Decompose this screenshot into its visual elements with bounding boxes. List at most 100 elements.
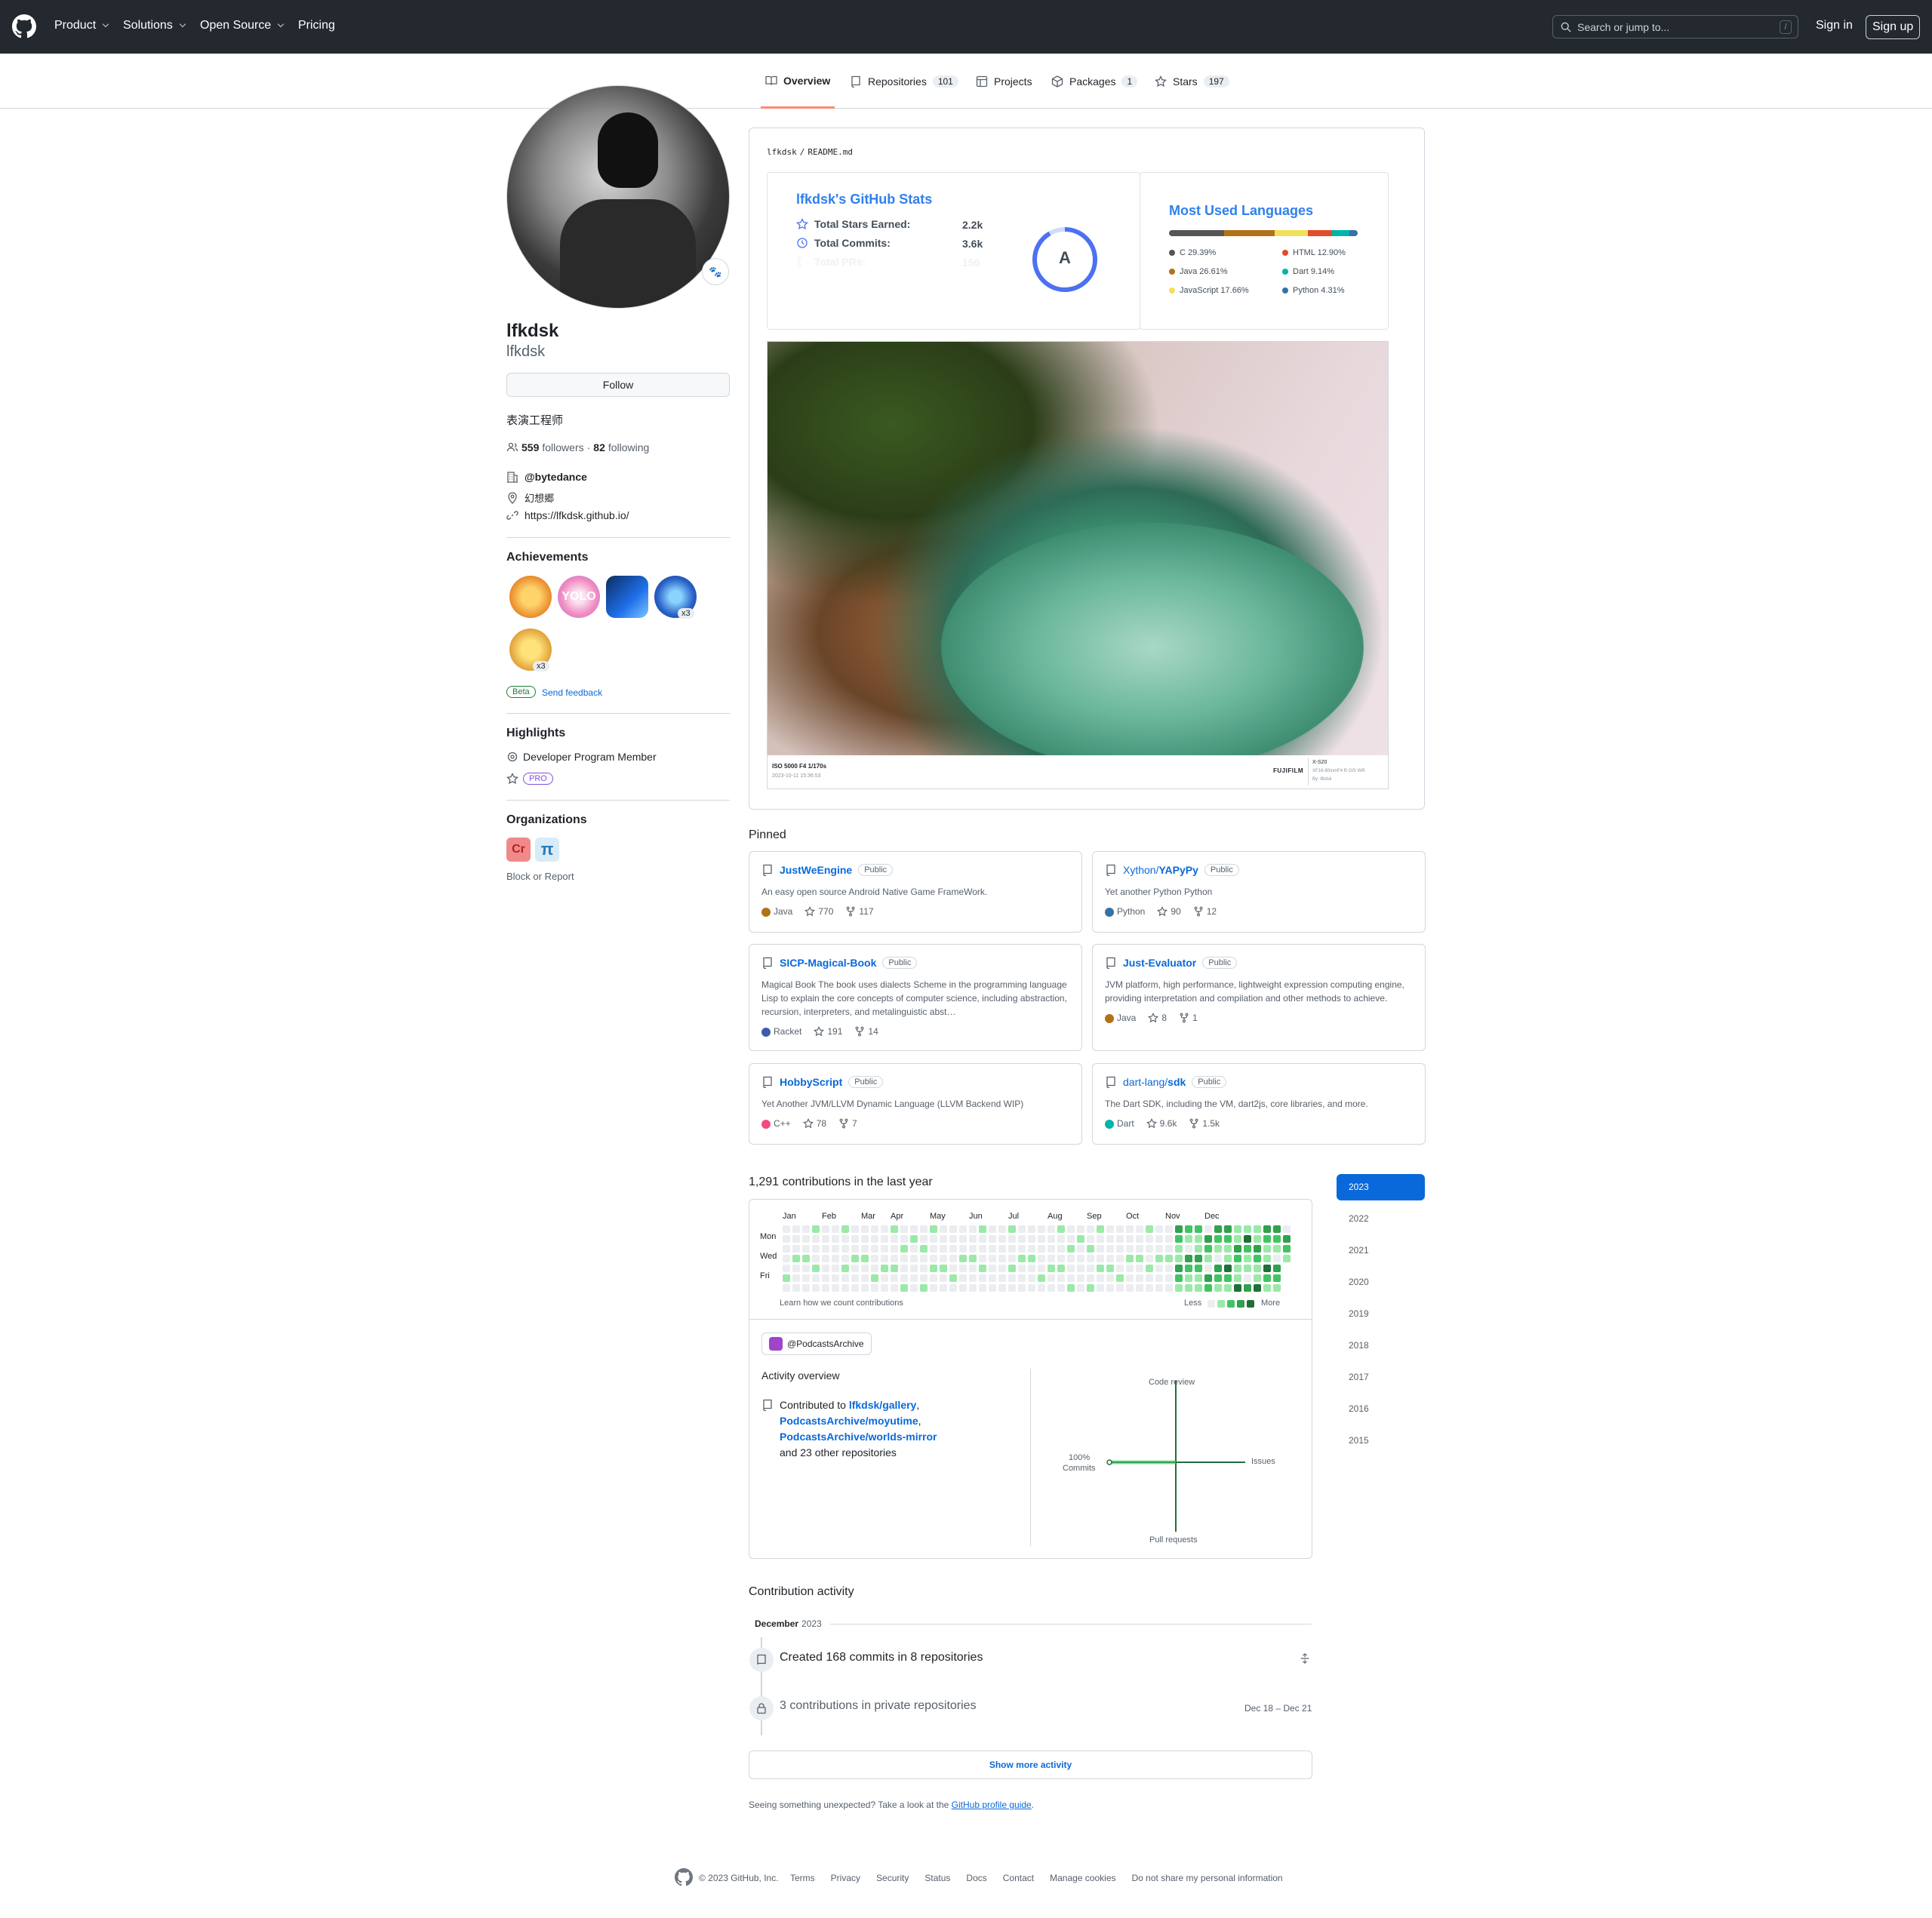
contribution-day[interactable] (1067, 1265, 1075, 1272)
contribution-day[interactable] (1204, 1274, 1212, 1282)
contribution-day[interactable] (1048, 1284, 1055, 1292)
contribution-day[interactable] (1116, 1225, 1124, 1233)
year-link-2017[interactable]: 2017 (1337, 1364, 1425, 1391)
footer-link[interactable]: Privacy (831, 1873, 860, 1883)
contribution-day[interactable] (802, 1245, 810, 1253)
contribution-day[interactable] (1136, 1245, 1143, 1253)
contribution-day[interactable] (1254, 1274, 1261, 1282)
pinned-repo-link[interactable]: dart-lang/sdk (1123, 1076, 1186, 1088)
contribution-day[interactable] (1254, 1235, 1261, 1243)
contribution-day[interactable] (1283, 1225, 1291, 1233)
nav-pricing[interactable]: Pricing (298, 19, 335, 32)
contribution-day[interactable] (1214, 1255, 1222, 1262)
contribution-day[interactable] (1126, 1225, 1134, 1233)
contribution-day[interactable] (851, 1225, 859, 1233)
contribution-day[interactable] (979, 1235, 986, 1243)
contribution-day[interactable] (1273, 1245, 1281, 1253)
contribution-day[interactable] (969, 1225, 977, 1233)
contribution-day[interactable] (1263, 1255, 1271, 1262)
contribution-day[interactable] (1244, 1265, 1251, 1272)
contribution-day[interactable] (900, 1235, 908, 1243)
contribution-day[interactable] (1097, 1245, 1104, 1253)
contribution-day[interactable] (910, 1225, 918, 1233)
contribution-day[interactable] (1077, 1225, 1084, 1233)
contribution-day[interactable] (1097, 1284, 1104, 1292)
contribution-day[interactable] (1165, 1284, 1173, 1292)
contribution-day[interactable] (1087, 1235, 1094, 1243)
contribution-day[interactable] (1165, 1225, 1173, 1233)
send-feedback-link[interactable]: Send feedback (542, 687, 602, 698)
contribution-day[interactable] (1116, 1284, 1124, 1292)
contribution-day[interactable] (1244, 1274, 1251, 1282)
contribution-day[interactable] (1146, 1245, 1153, 1253)
contribution-day[interactable] (1214, 1225, 1222, 1233)
contribution-day[interactable] (851, 1284, 859, 1292)
contribution-day[interactable] (1136, 1274, 1143, 1282)
contribution-day[interactable] (871, 1235, 878, 1243)
contribution-day[interactable] (783, 1274, 790, 1282)
contribution-day[interactable] (1195, 1245, 1202, 1253)
contribution-day[interactable] (1067, 1274, 1075, 1282)
contribution-day[interactable] (1185, 1255, 1192, 1262)
contribution-day[interactable] (881, 1265, 888, 1272)
contribution-day[interactable] (940, 1235, 947, 1243)
contribution-day[interactable] (1067, 1245, 1075, 1253)
learn-contributions-link[interactable]: Learn how we count contributions (780, 1299, 903, 1308)
contribution-day[interactable] (822, 1274, 829, 1282)
contribution-day[interactable] (841, 1284, 849, 1292)
contribution-day[interactable] (1038, 1284, 1045, 1292)
year-link-2022[interactable]: 2022 (1337, 1206, 1425, 1232)
contribution-day[interactable] (1018, 1274, 1026, 1282)
contribution-day[interactable] (1214, 1235, 1222, 1243)
contribution-day[interactable] (969, 1265, 977, 1272)
contribution-day[interactable] (1234, 1235, 1241, 1243)
unfold-icon[interactable] (1300, 1653, 1310, 1664)
contribution-day[interactable] (841, 1255, 849, 1262)
contribution-day[interactable] (1038, 1274, 1045, 1282)
github-logo-icon[interactable] (12, 14, 36, 38)
footer-link[interactable]: Security (876, 1873, 909, 1883)
contribution-day[interactable] (891, 1274, 898, 1282)
contribution-day[interactable] (940, 1245, 947, 1253)
contribution-day[interactable] (1077, 1284, 1084, 1292)
contribution-day[interactable] (1195, 1274, 1202, 1282)
contribution-day[interactable] (940, 1265, 947, 1272)
contribution-day[interactable] (861, 1245, 869, 1253)
contribution-day[interactable] (1234, 1274, 1241, 1282)
tab-repositories[interactable]: Repositories 101 (850, 54, 958, 109)
contribution-day[interactable] (1038, 1255, 1045, 1262)
contribution-day[interactable] (1116, 1274, 1124, 1282)
contribution-day[interactable] (1136, 1225, 1143, 1233)
contribution-day[interactable] (1175, 1274, 1183, 1282)
year-link-2018[interactable]: 2018 (1337, 1332, 1425, 1359)
contribution-day[interactable] (832, 1255, 839, 1262)
contribution-day[interactable] (1136, 1235, 1143, 1243)
contribution-day[interactable] (1008, 1235, 1016, 1243)
contribution-day[interactable] (1165, 1245, 1173, 1253)
contribution-day[interactable] (1224, 1284, 1232, 1292)
year-link-2023[interactable]: 2023 (1337, 1174, 1425, 1200)
contribution-day[interactable] (881, 1284, 888, 1292)
contribution-day[interactable] (1126, 1284, 1134, 1292)
contribution-day[interactable] (1018, 1265, 1026, 1272)
pinned-repo-link[interactable]: SICP-Magical-Book (780, 957, 876, 969)
contribution-day[interactable] (1146, 1225, 1153, 1233)
contribution-day[interactable] (871, 1225, 878, 1233)
contribution-day[interactable] (851, 1235, 859, 1243)
followers-label[interactable]: followers (542, 441, 583, 453)
contribution-day[interactable] (1146, 1284, 1153, 1292)
contribution-day[interactable] (959, 1225, 967, 1233)
contribution-day[interactable] (1048, 1225, 1055, 1233)
tab-stars[interactable]: Stars 197 (1155, 54, 1229, 109)
contribution-day[interactable] (802, 1265, 810, 1272)
contribution-day[interactable] (949, 1274, 957, 1282)
tab-projects[interactable]: Projects (976, 54, 1032, 109)
repo-stars[interactable]: 770 (804, 906, 833, 917)
contribution-day[interactable] (989, 1255, 996, 1262)
year-link-2015[interactable]: 2015 (1337, 1428, 1425, 1454)
contribution-day[interactable] (1155, 1235, 1163, 1243)
year-link-2019[interactable]: 2019 (1337, 1301, 1425, 1327)
contribution-day[interactable] (1028, 1225, 1035, 1233)
contribution-day[interactable] (940, 1255, 947, 1262)
contribution-day[interactable] (891, 1265, 898, 1272)
